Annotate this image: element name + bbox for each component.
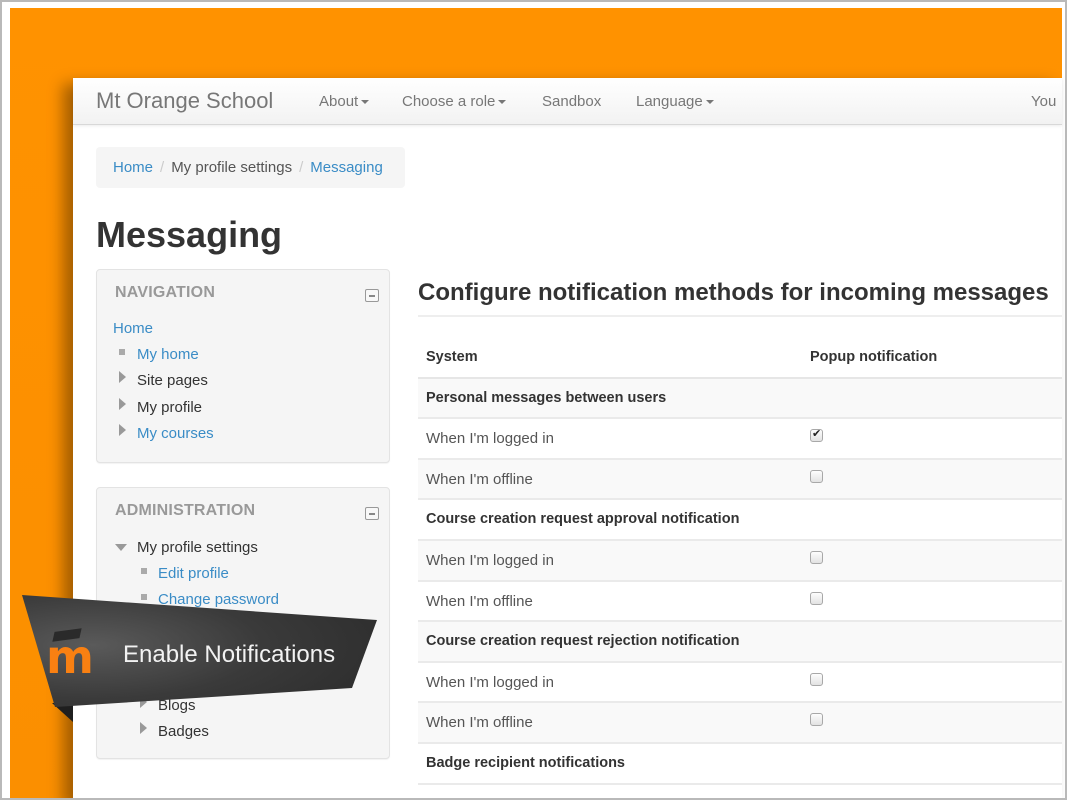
bullet-icon <box>141 568 147 574</box>
row-label: When I'm logged in <box>426 551 554 569</box>
caret-down-icon <box>498 100 507 105</box>
banner-title: Enable Notifications <box>123 641 336 668</box>
top-navbar: Mt Orange School About Choose a role San… <box>73 78 1062 125</box>
notification-preferences-table: System Popup notification Personal messa… <box>418 338 1062 785</box>
nav-tree-my-courses[interactable]: My courses <box>137 425 214 442</box>
breadcrumb-messaging[interactable]: Messaging <box>310 159 383 176</box>
site-brand[interactable]: Mt Orange School <box>96 88 273 114</box>
collapse-arrow-icon[interactable] <box>115 544 127 551</box>
table-row: When I'm logged in <box>418 540 1062 582</box>
popup-checkbox[interactable] <box>810 469 823 483</box>
breadcrumb: Home / My profile settings / Messaging <box>96 147 405 188</box>
caret-down-icon <box>361 100 370 105</box>
nav-about[interactable]: About <box>319 93 370 110</box>
nav-about-label: About <box>319 93 359 110</box>
administration-block-title: ADMINISTRATION <box>115 502 256 519</box>
group-title: Personal messages between users <box>426 389 667 406</box>
navigation-block: NAVIGATION Home My home Site pages My pr… <box>96 269 390 463</box>
breadcrumb-separator: / <box>160 159 165 176</box>
divider <box>418 315 1062 317</box>
bullet-icon <box>119 349 125 355</box>
caret-down-icon <box>705 100 714 105</box>
admin-tree-edit-profile[interactable]: Edit profile <box>158 565 229 582</box>
table-group-row: Personal messages between users <box>418 378 1062 420</box>
nav-choose-role-label: Choose a role <box>402 93 496 110</box>
row-label: When I'm offline <box>426 470 533 488</box>
screenshot-frame: Mt Orange School About Choose a role San… <box>0 0 1067 800</box>
popup-checkbox[interactable] <box>810 550 823 564</box>
nav-sandbox[interactable]: Sandbox <box>542 93 601 110</box>
breadcrumb-separator: / <box>299 159 304 176</box>
nav-tree-my-home[interactable]: My home <box>137 346 199 363</box>
breadcrumb-home[interactable]: Home <box>113 159 153 176</box>
group-title: Course creation request approval notific… <box>426 511 740 528</box>
navigation-block-title: NAVIGATION <box>115 284 216 301</box>
breadcrumb-profile-settings[interactable]: My profile settings <box>171 159 292 176</box>
table-row: When I'm offline <box>418 582 1062 623</box>
section-title: Configure notification methods for incom… <box>418 279 1049 306</box>
user-menu[interactable]: You <box>1031 93 1056 110</box>
collapse-block-icon[interactable] <box>365 507 379 520</box>
column-header-popup: Popup notification <box>810 349 938 365</box>
table-row: When I'm offline <box>418 703 1062 744</box>
popup-checkbox[interactable] <box>810 672 823 686</box>
expand-arrow-icon[interactable] <box>119 424 126 436</box>
row-label: When I'm offline <box>426 592 533 610</box>
table-group-row: Course creation request rejection notifi… <box>418 622 1062 663</box>
table-row: When I'm logged in <box>418 419 1062 460</box>
table-header: System Popup notification <box>418 338 1062 379</box>
group-title: Course creation request rejection notifi… <box>426 633 740 650</box>
table-row: When I'm logged in <box>418 663 1062 704</box>
table-group-row: Course creation request approval notific… <box>418 500 1062 541</box>
expand-arrow-icon[interactable] <box>119 371 126 383</box>
collapse-block-icon[interactable] <box>365 289 379 302</box>
admin-tree-badges[interactable]: Badges <box>158 723 209 740</box>
table-row: When I'm offline <box>418 459 1062 501</box>
table-group-row: Badge recipient notifications <box>418 744 1062 785</box>
nav-language[interactable]: Language <box>636 93 714 110</box>
nav-tree-my-profile[interactable]: My profile <box>137 399 202 416</box>
nav-tree-site-pages[interactable]: Site pages <box>137 372 208 389</box>
nav-tree-home[interactable]: Home <box>113 320 153 337</box>
nav-language-label: Language <box>636 93 703 110</box>
row-label: When I'm offline <box>426 714 533 732</box>
row-label: When I'm logged in <box>426 430 554 448</box>
group-title: Badge recipient notifications <box>426 754 625 771</box>
row-label: When I'm logged in <box>426 673 554 691</box>
popup-checkbox[interactable] <box>810 713 823 727</box>
admin-tree-profile-settings[interactable]: My profile settings <box>137 539 258 556</box>
nav-choose-role[interactable]: Choose a role <box>402 93 507 110</box>
popup-checkbox[interactable] <box>810 427 823 443</box>
expand-arrow-icon[interactable] <box>119 398 126 410</box>
page-title: Messaging <box>96 214 283 255</box>
popup-checkbox[interactable] <box>810 591 823 605</box>
moodle-logo-icon: m <box>46 630 94 684</box>
column-header-system: System <box>426 349 478 365</box>
